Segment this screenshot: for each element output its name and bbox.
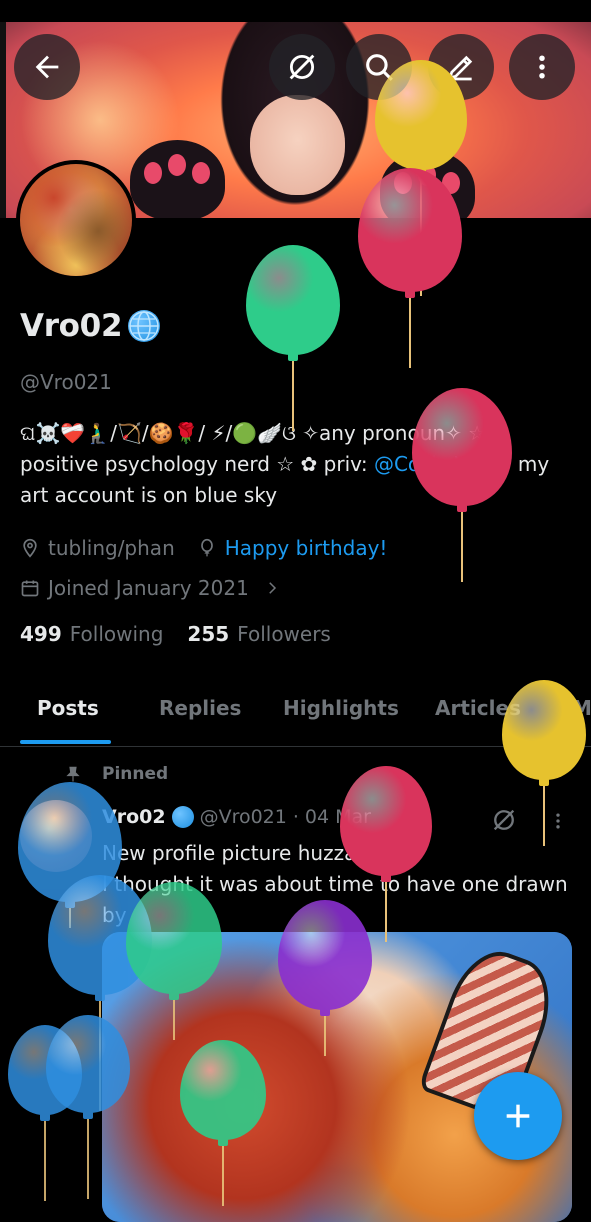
pinned-label: Pinned [102, 764, 169, 784]
post-header: Vro02 @Vro021 · 04 Mar [102, 806, 371, 828]
balloon [246, 245, 340, 435]
tab-highlights[interactable]: Highlights [283, 696, 399, 720]
balloon [278, 900, 372, 1060]
more-vertical-icon [539, 55, 545, 79]
location-pin-icon [23, 538, 37, 558]
balloon-icon [200, 538, 213, 557]
plus-icon [506, 1104, 530, 1128]
calendar-icon [21, 580, 39, 597]
chevron-right-icon [269, 582, 276, 594]
profile-handle: @Vro021 [20, 370, 112, 394]
balloon [46, 1015, 130, 1203]
balloon [412, 388, 512, 586]
followers-link[interactable]: 255 Followers [187, 622, 330, 646]
arrow-left-icon [35, 55, 59, 79]
balloon [358, 168, 462, 372]
joined-row[interactable]: Joined January 2021 [20, 576, 281, 600]
display-name: Vro02 [20, 308, 161, 344]
follow-stats: 499 Following 255 Followers [20, 622, 331, 646]
more-options-button[interactable] [509, 34, 575, 100]
birthday-text: Happy birthday! [224, 536, 388, 560]
profile-avatar[interactable] [16, 160, 136, 280]
post-globe-icon [171, 806, 194, 828]
compose-button[interactable] [474, 1072, 562, 1160]
grok-icon [289, 54, 315, 80]
joined-text: Joined January 2021 [48, 576, 249, 600]
pin-icon [66, 766, 80, 782]
tab-posts[interactable]: Posts [37, 696, 99, 720]
following-link[interactable]: 499 Following [20, 622, 163, 646]
globe-icon [128, 310, 161, 342]
balloon [180, 1040, 266, 1210]
balloon [126, 882, 222, 1044]
tab-replies[interactable]: Replies [159, 696, 241, 720]
active-tab-indicator [20, 740, 111, 744]
location-text: tubling/phan [48, 536, 175, 560]
post-separator: · [292, 806, 299, 828]
back-button[interactable] [14, 34, 80, 100]
display-name-text: Vro02 [20, 308, 123, 344]
post-author-handle: @Vro021 [199, 806, 287, 828]
profile-meta-row: tubling/phan Happy birthday! [20, 536, 387, 560]
balloon [502, 680, 586, 850]
grok-button[interactable] [269, 34, 335, 100]
